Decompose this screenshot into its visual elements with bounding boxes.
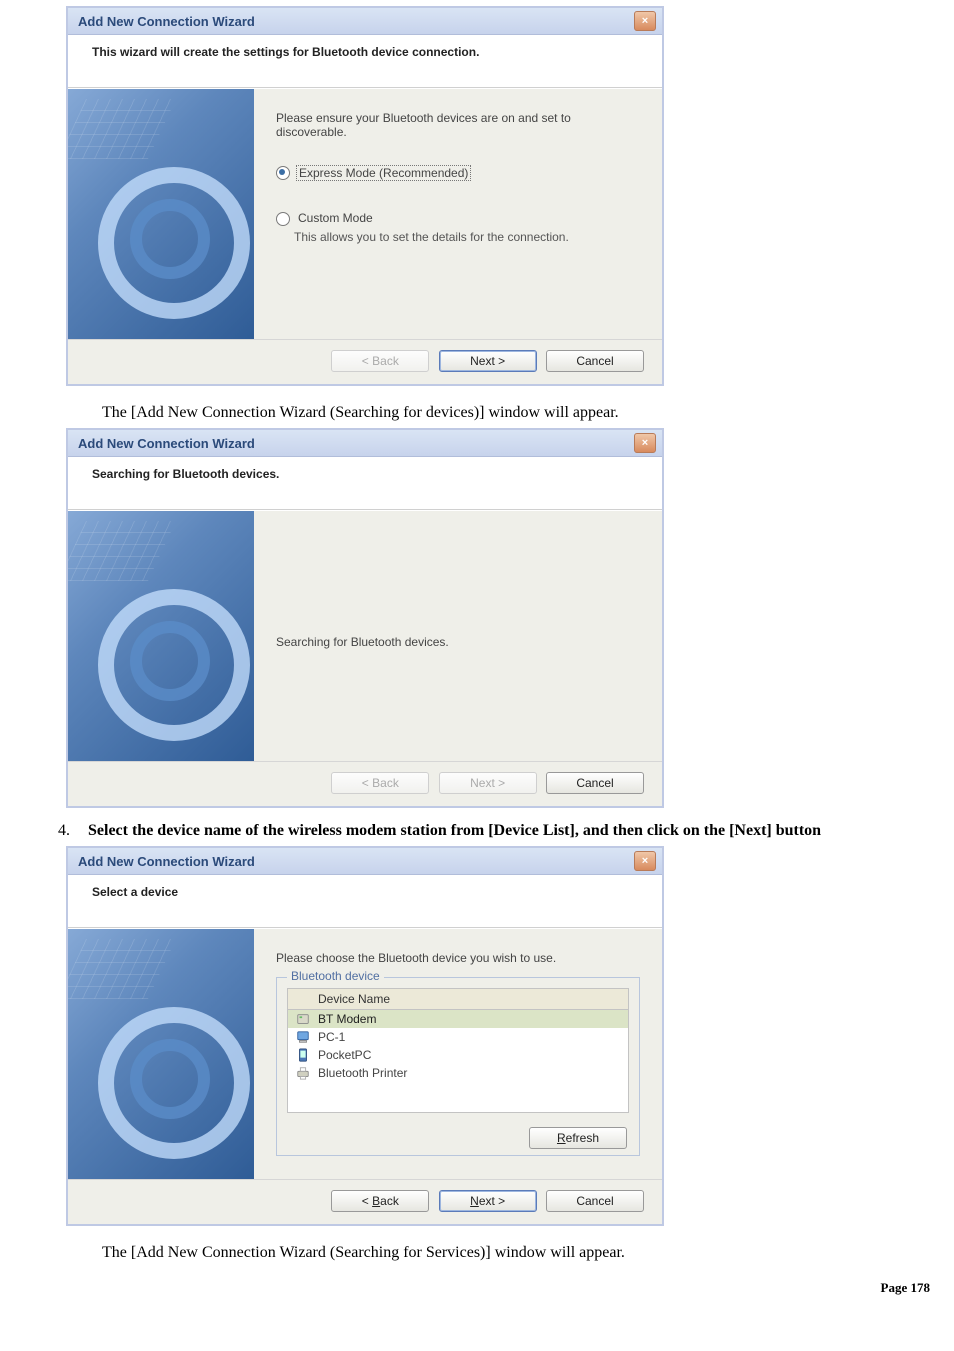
device-name: PC-1 bbox=[318, 1030, 345, 1044]
intro-text: Please ensure your Bluetooth devices are… bbox=[276, 111, 640, 139]
back-button[interactable]: < Back bbox=[331, 1190, 429, 1212]
close-icon[interactable]: × bbox=[634, 11, 656, 31]
computer-icon bbox=[296, 1030, 310, 1044]
refresh-button[interactable]: Refresh bbox=[529, 1127, 627, 1149]
wizard-dialog-mode: Add New Connection Wizard × This wizard … bbox=[66, 6, 664, 386]
window-title: Add New Connection Wizard bbox=[78, 14, 634, 29]
list-item[interactable]: PocketPC bbox=[288, 1046, 628, 1064]
back-button: < Back bbox=[331, 772, 429, 794]
caption-searching-services: The [Add New Connection Wizard (Searchin… bbox=[102, 1244, 934, 1262]
radio-label: Custom Mode bbox=[296, 211, 375, 225]
next-button: Next > bbox=[439, 772, 537, 794]
window-title: Add New Connection Wizard bbox=[78, 436, 634, 451]
printer-icon bbox=[296, 1066, 310, 1080]
radio-express-mode[interactable]: Express Mode (Recommended) bbox=[276, 165, 640, 181]
wizard-footer: < Back Next > Cancel bbox=[68, 761, 662, 806]
device-list[interactable]: Device Name BT Modem PC-1 bbox=[287, 988, 629, 1113]
wizard-footer: < Back Next > Cancel bbox=[68, 339, 662, 384]
wizard-dialog-searching: Add New Connection Wizard × Searching fo… bbox=[66, 428, 664, 808]
caption-searching-devices: The [Add New Connection Wizard (Searchin… bbox=[102, 404, 934, 422]
next-button[interactable]: Next > bbox=[439, 1190, 537, 1212]
wizard-side-graphic bbox=[68, 511, 254, 761]
radio-icon bbox=[276, 166, 290, 180]
step-number: 4. bbox=[30, 822, 70, 840]
step-instruction: Select the device name of the wireless m… bbox=[88, 822, 821, 840]
cancel-button[interactable]: Cancel bbox=[546, 1190, 644, 1212]
wizard-header: Select a device bbox=[68, 875, 662, 928]
column-header-device-name[interactable]: Device Name bbox=[288, 989, 628, 1010]
cancel-button[interactable]: Cancel bbox=[546, 350, 644, 372]
wizard-side-graphic bbox=[68, 929, 254, 1179]
next-button[interactable]: Next > bbox=[439, 350, 537, 372]
page-number: Page 178 bbox=[20, 1280, 934, 1296]
intro-text: Please choose the Bluetooth device you w… bbox=[276, 951, 640, 965]
radio-custom-mode[interactable]: Custom Mode bbox=[276, 211, 640, 226]
fieldset-legend: Bluetooth device bbox=[287, 969, 384, 983]
bluetooth-device-fieldset: Bluetooth device Device Name BT Modem bbox=[276, 977, 640, 1156]
back-button: < Back bbox=[331, 350, 429, 372]
list-item[interactable]: PC-1 bbox=[288, 1028, 628, 1046]
wizard-header: Searching for Bluetooth devices. bbox=[68, 457, 662, 510]
wizard-dialog-select-device: Add New Connection Wizard × Select a dev… bbox=[66, 846, 664, 1226]
step-4: 4. Select the device name of the wireles… bbox=[30, 822, 934, 840]
device-name: BT Modem bbox=[318, 1012, 376, 1026]
radio-icon bbox=[276, 212, 290, 226]
device-name: PocketPC bbox=[318, 1048, 371, 1062]
close-icon[interactable]: × bbox=[634, 433, 656, 453]
modem-icon bbox=[296, 1012, 310, 1026]
titlebar: Add New Connection Wizard × bbox=[68, 430, 662, 457]
device-name: Bluetooth Printer bbox=[318, 1066, 407, 1080]
window-title: Add New Connection Wizard bbox=[78, 854, 634, 869]
status-text: Searching for Bluetooth devices. bbox=[276, 635, 449, 649]
radio-sublabel: This allows you to set the details for t… bbox=[294, 230, 640, 244]
pda-icon bbox=[296, 1048, 310, 1062]
radio-label: Express Mode (Recommended) bbox=[296, 165, 471, 181]
list-item[interactable]: BT Modem bbox=[288, 1010, 628, 1028]
wizard-header: This wizard will create the settings for… bbox=[68, 35, 662, 88]
titlebar: Add New Connection Wizard × bbox=[68, 8, 662, 35]
titlebar: Add New Connection Wizard × bbox=[68, 848, 662, 875]
close-icon[interactable]: × bbox=[634, 851, 656, 871]
list-item[interactable]: Bluetooth Printer bbox=[288, 1064, 628, 1082]
cancel-button[interactable]: Cancel bbox=[546, 772, 644, 794]
wizard-footer: < Back Next > Cancel bbox=[68, 1179, 662, 1224]
wizard-side-graphic bbox=[68, 89, 254, 339]
